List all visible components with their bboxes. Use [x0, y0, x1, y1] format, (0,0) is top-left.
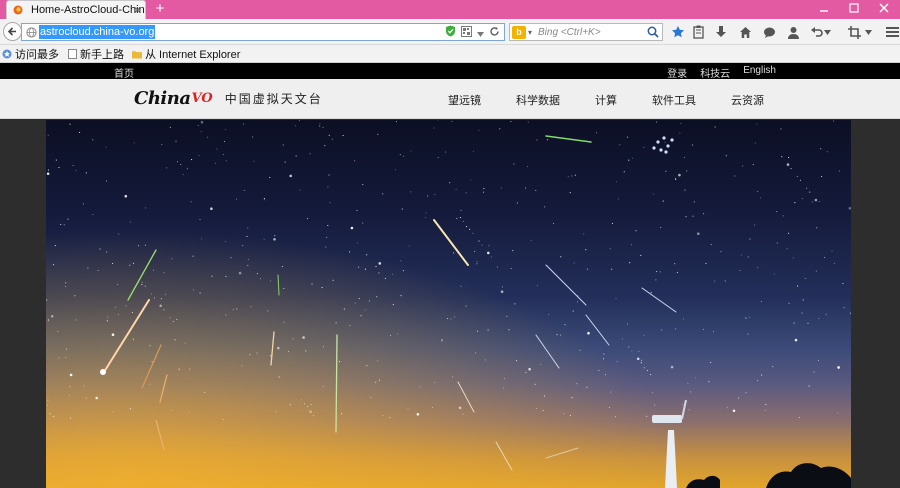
bookmark-label: 新手上路 — [80, 48, 124, 61]
main-navigation: 望远镜 科学数据 计算 软件工具 云资源 — [413, 92, 764, 108]
bookmark-most-visited[interactable]: 访问最多 — [2, 46, 59, 62]
back-button[interactable] — [3, 22, 22, 41]
shield-icon[interactable] — [445, 25, 456, 40]
engine-dropdown-icon[interactable]: ▾ — [528, 28, 532, 37]
url-text[interactable]: astrocloud.china-vo.org — [39, 25, 156, 39]
account-icon[interactable] — [785, 24, 801, 40]
logo-text-chinese: 中国虚拟天文台 — [224, 92, 323, 106]
chat-icon[interactable] — [761, 24, 777, 40]
browser-tab[interactable]: Home-AstroCloud-ChinaVO × — [6, 0, 146, 19]
minimize-icon[interactable] — [810, 0, 838, 19]
logo-text-vo: VO — [191, 91, 213, 106]
bookmarks-toolbar: 访问最多 新手上路 从 Internet Explorer — [0, 45, 900, 63]
maximize-icon[interactable] — [840, 0, 868, 19]
nav-telescope[interactable]: 望远镜 — [448, 92, 481, 108]
dropdown-arrow-icon[interactable] — [477, 26, 484, 40]
download-icon[interactable] — [713, 24, 729, 40]
nav-software-tools[interactable]: 软件工具 — [652, 92, 696, 108]
menu-hamburger-icon[interactable] — [884, 24, 900, 40]
qr-code-icon[interactable] — [461, 25, 472, 40]
bookmark-label: 从 Internet Explorer — [145, 48, 241, 61]
tab-title: Home-AstroCloud-ChinaVO — [31, 4, 145, 16]
browser-titlebar: Home-AstroCloud-ChinaVO × + — [0, 0, 900, 19]
logo-text-china: China — [134, 88, 191, 109]
reading-list-icon[interactable] — [690, 24, 706, 40]
reload-icon[interactable] — [489, 26, 500, 40]
search-bar[interactable]: b ▾ Bing <Ctrl+K> — [509, 23, 663, 41]
undo-dropdown-icon[interactable] — [823, 24, 832, 40]
nav-cloud-resources[interactable]: 云资源 — [731, 92, 764, 108]
bing-logo-icon[interactable]: b — [512, 25, 526, 39]
bookmark-from-ie[interactable]: 从 Internet Explorer — [132, 46, 240, 62]
bookmark-getting-started[interactable]: 新手上路 — [67, 46, 124, 62]
crop-dropdown-icon[interactable] — [864, 24, 873, 40]
folder-icon — [132, 49, 142, 59]
site-logo[interactable]: China VO 中国虚拟天文台 — [134, 88, 323, 109]
home-link[interactable]: 首页 — [114, 65, 134, 80]
cstcloud-link[interactable]: 科技云 — [700, 65, 730, 80]
bookmark-star-icon — [2, 49, 12, 59]
nav-computing[interactable]: 计算 — [595, 92, 617, 108]
bright-meteor-head — [100, 369, 106, 375]
crop-screenshot-icon[interactable] — [846, 24, 862, 40]
search-magnifier-icon[interactable] — [647, 26, 659, 41]
login-link[interactable]: 登录 — [667, 65, 687, 80]
page-margin-left — [0, 120, 46, 488]
back-arrow-icon — [7, 27, 16, 36]
search-placeholder: Bing <Ctrl+K> — [538, 26, 601, 38]
firefox-favicon-icon — [13, 5, 23, 15]
home-icon[interactable] — [737, 24, 753, 40]
web-page: 首页 登录 科技云 English China VO 中国虚拟天文台 望远镜 科… — [0, 63, 900, 488]
site-top-strip: 首页 登录 科技云 English — [0, 63, 900, 80]
new-tab-button[interactable]: + — [152, 0, 168, 19]
english-link[interactable]: English — [743, 65, 776, 80]
nav-science-data[interactable]: 科学数据 — [516, 92, 560, 108]
page-margin-right — [851, 120, 900, 488]
bookmark-star-icon[interactable] — [670, 24, 686, 40]
navigation-toolbar: astrocloud.china-vo.org b ▾ Bing <Ctrl+K… — [0, 19, 900, 45]
undo-icon[interactable] — [808, 24, 824, 40]
hero-meteor-shower-image — [46, 120, 851, 488]
site-identity-icon[interactable] — [24, 25, 38, 39]
page-icon — [67, 48, 77, 59]
address-bar[interactable]: astrocloud.china-vo.org — [21, 23, 505, 41]
bookmark-label: 访问最多 — [15, 48, 59, 61]
site-header: China VO 中国虚拟天文台 望远镜 科学数据 计算 软件工具 云资源 — [0, 79, 900, 119]
close-window-icon[interactable] — [870, 0, 898, 19]
tab-close-icon[interactable]: × — [134, 3, 141, 17]
